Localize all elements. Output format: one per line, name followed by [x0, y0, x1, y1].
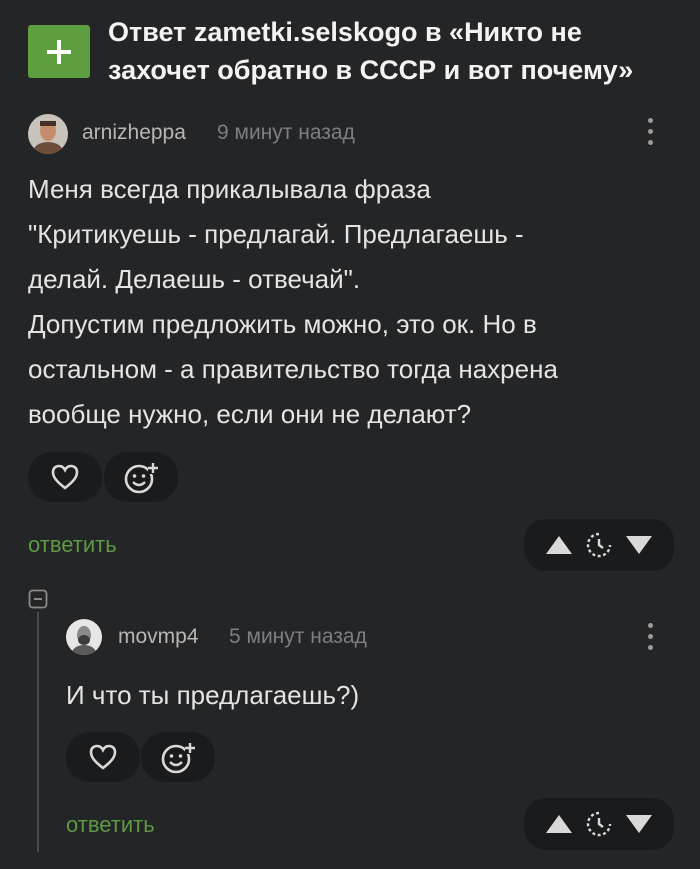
page-title-line1: Ответ zametki.selskogo в «Никто не — [108, 17, 582, 47]
comment-line: "Критикуешь - предлагай. Предлагаешь - — [28, 219, 524, 249]
heart-icon — [51, 464, 79, 490]
reply-link[interactable]: ответить — [66, 812, 155, 838]
plus-icon — [47, 39, 71, 64]
upvote-icon[interactable] — [544, 534, 574, 556]
emoji-add-icon — [161, 743, 195, 774]
clock-icon[interactable] — [586, 811, 612, 837]
add-reaction-button[interactable] — [104, 452, 178, 502]
like-button[interactable] — [66, 732, 140, 782]
vote-box — [524, 798, 674, 850]
page-title-line2: захочет обратно в СССР и вот почему» — [108, 55, 634, 85]
thread-line — [37, 612, 39, 852]
comment-text: И что ты предлагаешь?) — [66, 673, 666, 718]
reply-link[interactable]: ответить — [28, 532, 117, 558]
upvote-icon[interactable] — [544, 813, 574, 835]
add-button[interactable] — [28, 25, 90, 78]
comment-author[interactable]: movmp4 — [118, 625, 199, 649]
avatar[interactable] — [66, 619, 102, 655]
add-reaction-button[interactable] — [141, 732, 215, 782]
emoji-add-icon — [124, 463, 158, 494]
downvote-icon[interactable] — [624, 813, 654, 835]
page-title: Ответ zametki.selskogo в «Никто не захоч… — [108, 13, 688, 89]
downvote-icon[interactable] — [624, 534, 654, 556]
comment-line: И что ты предлагаешь?) — [66, 680, 360, 710]
comment-line: Меня всегда прикалывала фраза — [28, 174, 431, 204]
heart-icon — [89, 744, 117, 770]
collapse-button[interactable] — [28, 589, 48, 609]
collapse-icon — [28, 589, 48, 609]
comment-time: 9 минут назад — [217, 121, 355, 144]
comment-line: остальном - а правительство тогда нахрен… — [28, 354, 558, 384]
vote-box — [524, 519, 674, 571]
comment-line: вообще нужно, если они не делают? — [28, 399, 472, 429]
comment-line: делай. Делаешь - отвечай". — [28, 264, 361, 294]
like-button[interactable] — [28, 452, 102, 502]
comment-text: Меня всегда прикалывала фраза "Критикуеш… — [28, 167, 678, 437]
more-icon[interactable] — [645, 623, 655, 650]
comment-line: Допустим предложить можно, это ок. Но в — [28, 309, 537, 339]
more-icon[interactable] — [645, 118, 655, 145]
avatar[interactable] — [28, 114, 68, 154]
comment-time: 5 минут назад — [229, 625, 367, 648]
comment-author[interactable]: arnizheppa — [82, 121, 186, 145]
clock-icon[interactable] — [586, 532, 612, 558]
